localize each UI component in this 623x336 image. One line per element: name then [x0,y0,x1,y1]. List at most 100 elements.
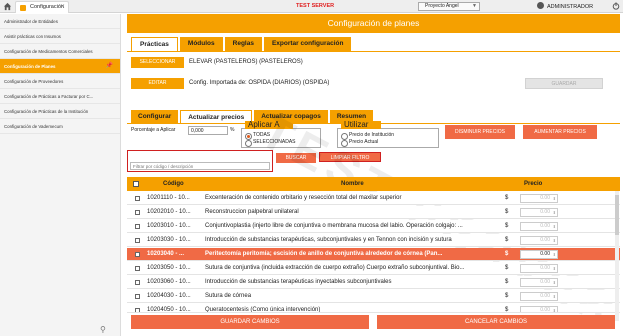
tab-exportar[interactable]: Exportar configuración [263,37,352,51]
page-title: Configuración de planes [127,14,620,33]
table-scrollbar[interactable] [615,191,619,321]
row-checkbox[interactable] [135,280,140,285]
row-price-input[interactable]: 0.00 ⬍ [520,306,558,312]
save-button[interactable]: GUARDAR [525,78,603,89]
sidebar-pin-icon[interactable]: ⚲ [100,325,106,334]
row-code: 10203030 - 10... [147,237,191,243]
row-code: 10203050 - 10... [147,265,191,271]
edit-button[interactable]: EDITAR [131,78,184,89]
top-bar: Configuración ✕ TEST SERVER Proyecto Ang… [0,0,623,13]
radio-precio-institucion[interactable]: Precio de Institución [341,132,394,140]
header-name[interactable]: Nombre [341,177,364,191]
tab-reglas[interactable]: Reglas [224,37,262,51]
main-panel: Configuración de planes Prácticas Módulo… [127,14,623,336]
cancel-changes-button[interactable]: CANCELAR CAMBIOS [377,315,615,329]
spinner-icon[interactable]: ⬍ [553,279,556,286]
row-code: 10201110 - 10... [147,195,190,201]
filter-input[interactable] [130,162,270,170]
close-icon[interactable]: ✕ [60,2,65,13]
spinner-icon[interactable]: ⬍ [553,293,556,300]
row-name: Sutura de córnea [205,293,252,299]
table-row[interactable]: 10204050 - 10... Queratocentesis (Como ú… [127,304,620,313]
tab-practicas[interactable]: Prácticas [131,37,178,51]
row-code: 10203040 - ... [147,251,185,257]
table-row-selected[interactable]: 10203040 - ... Peritectomía peritomía; e… [127,248,620,261]
user-menu[interactable]: ADMINISTRADOR [537,2,593,12]
clear-filter-button[interactable]: LIMPIAR FILTRO [319,152,381,162]
table-header: Código Nombre Precio [127,177,620,191]
scrollbar-thumb[interactable] [615,195,619,235]
tab-actualizar-precios[interactable]: Actualizar precios [180,110,253,123]
row-price-input[interactable]: 0.00 ⬍ [520,278,558,287]
sidebar-item-practicas-institucion[interactable]: Configuración de Prácticas de la Institu… [0,104,120,119]
row-checkbox[interactable] [135,266,140,271]
search-button[interactable]: BUSCAR [276,153,316,163]
increase-prices-button[interactable]: AUMENTAR PRECIOS [523,125,597,139]
row-checkbox[interactable] [135,252,140,257]
row-name: Introducción de substancias terapéuticas… [205,237,452,243]
row-price-value: 0.00 [540,223,550,229]
row-price-input[interactable]: 0.00 ⬍ [520,222,558,231]
spinner-icon[interactable]: ⬍ [553,265,556,272]
table-row[interactable]: 10203030 - 10... Introducción de substan… [127,234,620,247]
table-row[interactable]: 10203050 - 10... Sutura de conjuntiva (i… [127,262,620,275]
spinner-icon[interactable]: ⬍ [553,307,556,312]
row-price-input[interactable]: 0.00 ⬍ [520,208,558,217]
sidebar-item-planes[interactable]: Configuración de Planes 📌 [0,59,120,74]
sidebar-item-practicas-facturar[interactable]: Configuración de Prácticas a Facturar po… [0,89,120,104]
radio-precio-actual[interactable]: Precio Actual [341,139,378,147]
radio-todas[interactable]: TODAS [245,132,270,140]
pin-icon[interactable]: 📌 [106,59,113,73]
row-checkbox[interactable] [135,294,140,299]
radio-seleccionadas[interactable]: SELECCIONADAS [245,139,296,147]
tab-configurar[interactable]: Configurar [131,110,179,123]
row-currency: $ [505,195,509,201]
table-row[interactable]: 10204030 - 10... Sutura de córnea $ 0.00… [127,290,620,303]
spinner-icon[interactable]: ⬍ [553,237,556,244]
power-icon[interactable] [612,2,620,10]
row-checkbox[interactable] [135,224,140,229]
tab-modulos[interactable]: Módulos [179,37,223,51]
row-price-input[interactable]: 0.00 ⬍ [520,264,558,273]
table-row[interactable]: 10203060 - 10... Introducción de substan… [127,276,620,289]
row-checkbox[interactable] [135,196,140,201]
row-price-value: 0.00 [540,265,550,271]
row-currency: $ [505,307,509,313]
spinner-icon[interactable]: ⬍ [553,209,556,216]
row-price-value: 0.00 [540,251,550,257]
home-icon[interactable] [3,2,12,11]
decrease-prices-button[interactable]: DISMINUIR PRECIOS [445,125,515,139]
sidebar-item-vademecum[interactable]: Configuración de Vademecum [0,119,120,134]
row-price-input[interactable]: 0.00 ⬍ [520,250,558,259]
sidebar-item-entidades[interactable]: Administrador de Entidades [0,14,120,29]
row-price-input[interactable]: 0.00 ⬍ [520,292,558,301]
percent-input[interactable]: 0,000 [188,126,228,135]
row-price-input[interactable]: 0.00 ⬍ [520,236,558,245]
row-name: Sutura de conjuntiva (incluida extracció… [205,265,465,271]
table-row[interactable]: 10203010 - 10... Conjuntivoplastia (inje… [127,220,620,233]
app-tab-label: Configuración [30,4,64,10]
row-checkbox[interactable] [135,308,140,312]
spinner-icon[interactable]: ⬍ [553,195,556,202]
row-price-value: 0.00 [540,237,550,243]
select-all-checkbox[interactable] [133,181,139,187]
sidebar-item-proveedores[interactable]: Configuración de Proveedores [0,74,120,89]
table-row[interactable]: 10202010 - 10... Reconstruccion palpebra… [127,206,620,219]
row-price-input[interactable]: 0.00 ⬍ [520,194,558,203]
row-currency: $ [505,279,509,285]
app-tab-configuracion[interactable]: Configuración ✕ [15,1,69,13]
project-select[interactable]: Proyecto Angel ▼ [418,2,480,11]
spinner-icon[interactable]: ⬍ [553,223,556,230]
sidebar-item-insumos[interactable]: Asistir prácticas con Insumos [0,29,120,44]
table-row[interactable]: 10201110 - 10... Excenteración de conten… [127,192,620,205]
row-code: 10202010 - 10... [147,209,191,215]
select-plan-button[interactable]: SELECCIONAR [131,57,184,68]
row-checkbox[interactable] [135,238,140,243]
spinner-icon[interactable]: ⬍ [553,251,556,258]
row-currency: $ [505,223,509,229]
save-changes-button[interactable]: GUARDAR CAMBIOS [131,315,369,329]
sidebar-item-medicamentos[interactable]: Configuración de Medicamentos Comerciale… [0,44,120,59]
header-code[interactable]: Código [163,177,184,191]
header-price[interactable]: Precio [524,177,542,191]
row-checkbox[interactable] [135,210,140,215]
